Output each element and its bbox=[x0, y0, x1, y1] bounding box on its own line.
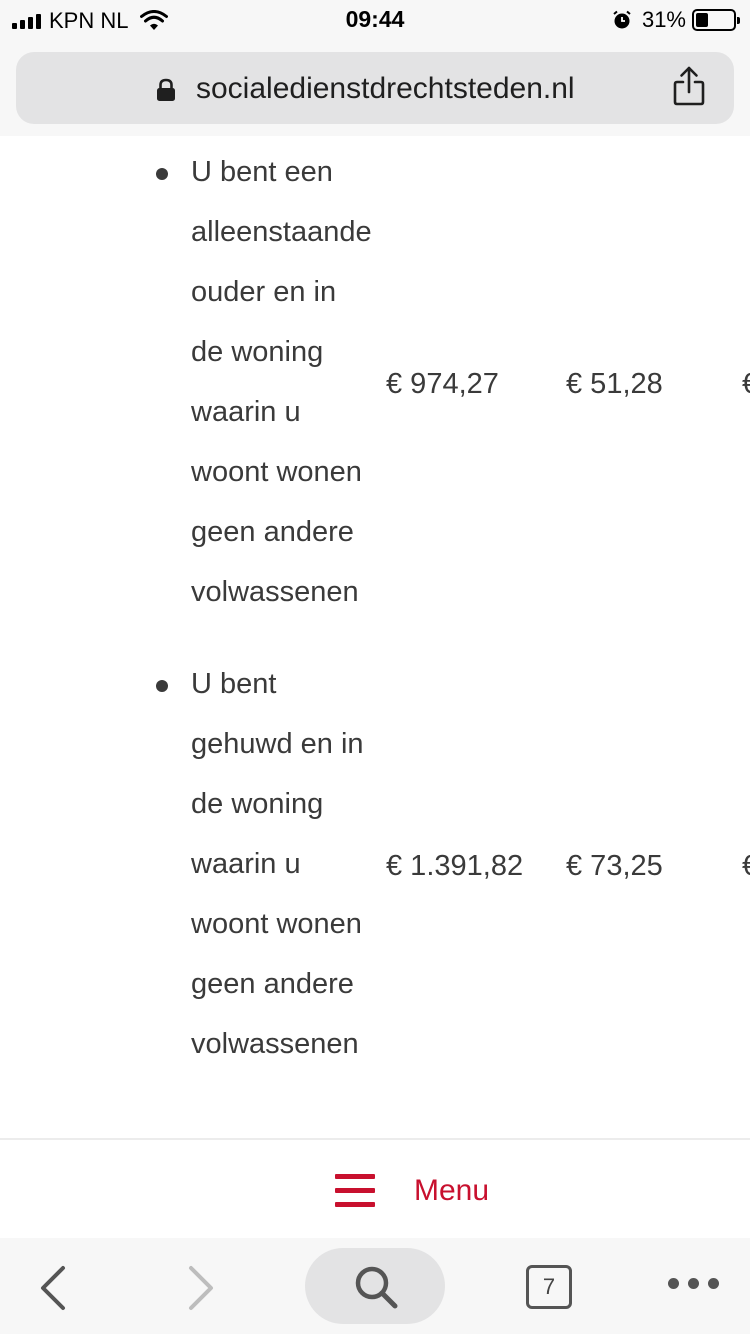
search-icon bbox=[355, 1266, 398, 1309]
forward-icon[interactable] bbox=[184, 1264, 218, 1312]
text-line: ouder en in bbox=[191, 276, 337, 308]
battery-icon bbox=[692, 9, 740, 31]
back-icon[interactable] bbox=[36, 1264, 70, 1312]
text-line: woont wonen bbox=[191, 456, 362, 488]
lock-icon bbox=[157, 78, 175, 101]
text-line: U bent bbox=[191, 668, 277, 700]
amount-value-clipped: € bbox=[742, 850, 750, 883]
text-line: de woning bbox=[191, 788, 324, 820]
status-bar: KPN NL 09:44 31% bbox=[0, 0, 750, 40]
text-line: gehuwd en in bbox=[191, 728, 364, 760]
hamburger-menu-icon[interactable] bbox=[335, 1174, 375, 1208]
text-line: alleenstaande bbox=[191, 216, 372, 248]
text-line: volwassenen bbox=[191, 576, 359, 608]
amount-value: € 1.391,82 bbox=[386, 850, 524, 882]
battery-percentage: 31% bbox=[641, 7, 686, 32]
amount-value: € 51,28 bbox=[566, 368, 663, 400]
bullet bbox=[156, 168, 168, 180]
amount-value-clipped: € bbox=[742, 368, 750, 401]
text-line: waarin u bbox=[191, 848, 301, 880]
alarm-icon bbox=[613, 10, 631, 29]
amount-value: € 974,27 bbox=[386, 368, 499, 400]
more-icon[interactable] bbox=[668, 1278, 719, 1289]
url-text: socialedienstdrechtsteden.nl bbox=[196, 72, 575, 105]
site-menu-bar: Menu bbox=[0, 1138, 750, 1238]
text-line: geen andere bbox=[191, 968, 354, 1000]
menu-button[interactable]: Menu bbox=[414, 1174, 489, 1208]
tabs-icon[interactable]: 7 bbox=[526, 1265, 572, 1309]
page-content: U bent een alleenstaande ouder en in de … bbox=[0, 136, 750, 1138]
text-line: waarin u bbox=[191, 396, 301, 428]
address-bar[interactable]: socialedienstdrechtsteden.nl bbox=[16, 52, 734, 124]
text-line: volwassenen bbox=[191, 1028, 359, 1060]
list-item-description: U bent gehuwd en in de woning waarin u w… bbox=[191, 654, 391, 1074]
share-icon[interactable] bbox=[672, 66, 706, 106]
text-line: geen andere bbox=[191, 516, 354, 548]
browser-toolbar: 7 bbox=[0, 1238, 750, 1334]
amount-value: € 73,25 bbox=[566, 850, 663, 882]
search-button[interactable] bbox=[305, 1248, 445, 1324]
list-item-description: U bent een alleenstaande ouder en in de … bbox=[191, 142, 391, 622]
text-line: de woning bbox=[191, 336, 324, 368]
bullet bbox=[156, 680, 168, 692]
status-right: 31% bbox=[612, 7, 740, 33]
browser-address-area: socialedienstdrechtsteden.nl bbox=[0, 40, 750, 136]
text-line: U bent een bbox=[191, 156, 333, 188]
text-line: woont wonen bbox=[191, 908, 362, 940]
